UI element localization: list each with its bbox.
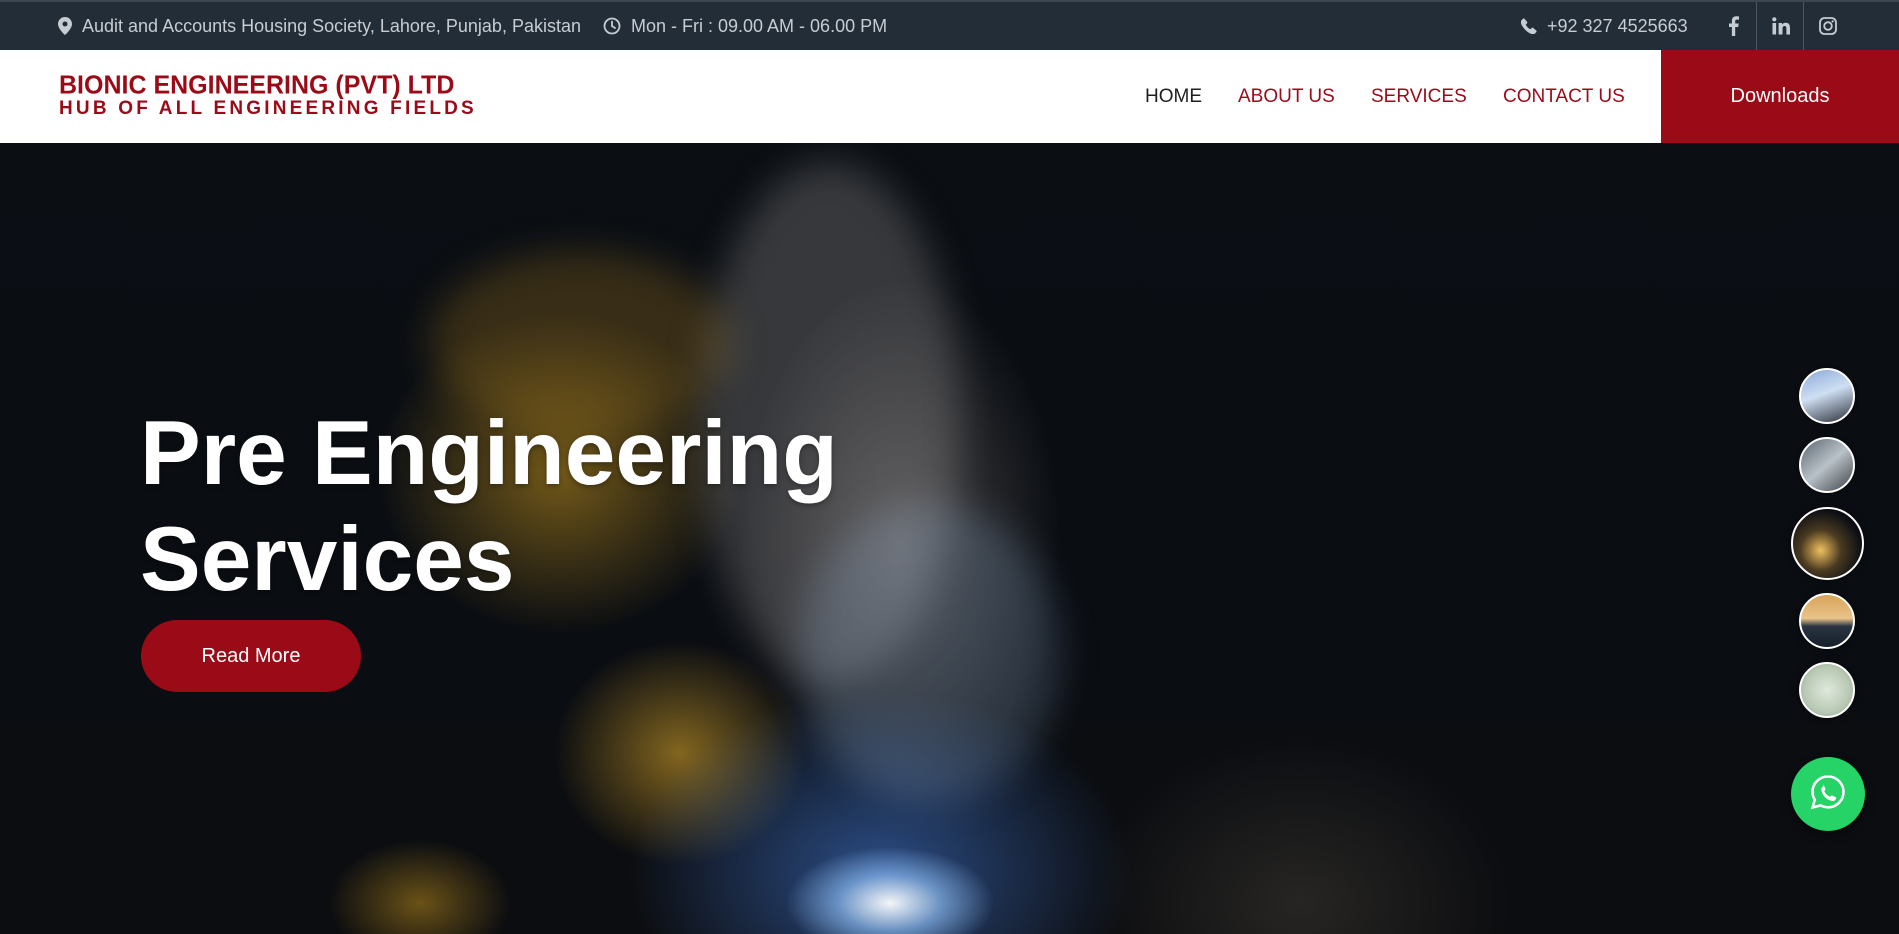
nav-home[interactable]: HOME [1145,50,1202,143]
top-info-bar: Audit and Accounts Housing Society, Laho… [0,0,1899,50]
whatsapp-button[interactable] [1791,757,1865,831]
nav-about-us-link[interactable]: ABOUT US [1238,86,1335,108]
nav-services[interactable]: SERVICES [1371,50,1467,143]
whatsapp-icon [1809,773,1847,816]
phone-text: +92 327 4525663 [1547,15,1688,36]
instagram-icon [1818,17,1837,35]
clock-icon [603,17,621,35]
instagram-link[interactable] [1803,2,1851,50]
phone-icon [1521,18,1537,34]
nav-contact-us-link[interactable]: CONTACT US [1503,86,1625,108]
company-logo[interactable]: BIONIC ENGINEERING (PVT) LTD HUB OF ALL … [59,70,477,119]
hero-slider: Pre Engineering Services Read More [0,143,1899,934]
slide-thumb-2[interactable] [1799,437,1855,493]
address-item: Audit and Accounts Housing Society, Laho… [58,2,581,50]
slide-thumb-1[interactable] [1799,368,1855,424]
hero-title-line1: Pre Engineering [140,403,838,504]
address-text: Audit and Accounts Housing Society, Laho… [82,15,581,36]
logo-company-name: BIONIC ENGINEERING (PVT) LTD [59,70,455,100]
hours-item: Mon - Fri : 09.00 AM - 06.00 PM [603,2,887,50]
hours-text: Mon - Fri : 09.00 AM - 06.00 PM [631,15,888,36]
nav-contact-us[interactable]: CONTACT US [1503,50,1625,143]
location-pin-icon [58,17,72,35]
hero-title-line2: Services [140,509,515,610]
slide-thumb-3-active[interactable] [1791,507,1864,580]
facebook-icon [1728,16,1739,36]
facebook-link[interactable] [1709,2,1757,50]
logo-tagline: HUB OF ALL ENGINEERING FIELDS [59,98,477,119]
downloads-button[interactable]: Downloads [1661,50,1899,143]
linkedin-link[interactable] [1756,2,1804,50]
slide-thumb-5[interactable] [1799,662,1855,718]
phone-item[interactable]: +92 327 4525663 [1521,2,1688,50]
hero-title: Pre Engineering Services [140,401,940,613]
nav-home-link[interactable]: HOME [1145,86,1202,108]
linkedin-icon [1771,17,1790,35]
read-more-button[interactable]: Read More [141,620,361,692]
site-header: BIONIC ENGINEERING (PVT) LTD HUB OF ALL … [0,50,1899,143]
slide-thumb-4[interactable] [1799,593,1855,649]
nav-about-us[interactable]: ABOUT US [1238,50,1335,143]
nav-services-link[interactable]: SERVICES [1371,86,1467,108]
